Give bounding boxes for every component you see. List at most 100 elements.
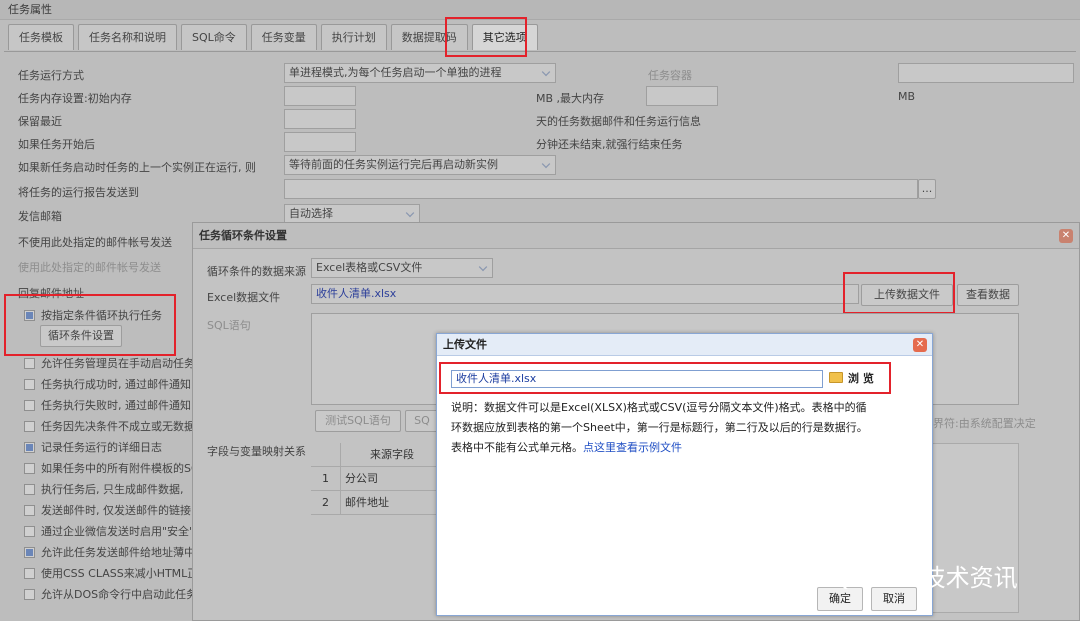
- checkbox-box: [24, 504, 35, 516]
- container-field[interactable]: [898, 63, 1074, 83]
- checkbox-box: [24, 462, 35, 474]
- container-label: 任务容器: [648, 69, 692, 82]
- checkbox-box: [24, 441, 35, 453]
- close-icon[interactable]: ✕: [1059, 229, 1073, 243]
- wechat-icon: [712, 561, 752, 590]
- checkbox-box: [24, 378, 35, 390]
- mapping-label: 字段与变量映射关系: [207, 445, 306, 458]
- checkbox-label: 任务因先决条件不成立或无数据: [41, 420, 195, 433]
- send-report-label: 将任务的运行报告发送到: [18, 186, 139, 199]
- report-browse-button[interactable]: ...: [918, 179, 936, 199]
- table-row[interactable]: 2 邮件地址: [311, 491, 439, 515]
- not-use-account-label: 不使用此处指定的邮件帐号发送: [18, 236, 172, 249]
- keep-recent-suffix: 天的任务数据邮件和任务运行信息: [536, 115, 701, 128]
- row-field: 邮件地址: [345, 496, 389, 509]
- after-start-label: 如果任务开始后: [18, 138, 95, 151]
- sql-label: SQL语句: [207, 319, 251, 332]
- mailbox-value: 自动选择: [289, 207, 333, 220]
- tab-sql[interactable]: SQL命令: [181, 24, 247, 50]
- checkbox-box: [24, 525, 35, 537]
- timeout-minutes-input[interactable]: [284, 132, 356, 152]
- row-number: 2: [311, 491, 341, 514]
- source-select[interactable]: Excel表格或CSV文件: [311, 258, 493, 278]
- if-running-value: 等待前面的任务实例运行完后再启动新实例: [289, 158, 498, 171]
- tab-highlight: [445, 17, 527, 57]
- checkbox-send-link-only[interactable]: 发送邮件时, 仅发送邮件的链接: [24, 502, 191, 518]
- checkbox-precondition[interactable]: 任务因先决条件不成立或无数据: [24, 418, 195, 434]
- view-data-button[interactable]: 查看数据: [957, 284, 1019, 306]
- run-mode-label: 任务运行方式: [18, 69, 84, 82]
- tab-variables[interactable]: 任务变量: [250, 24, 317, 50]
- tab-schedule[interactable]: 执行计划: [320, 24, 387, 50]
- tab-divider: [4, 51, 1076, 52]
- loop-checkbox-highlight: [4, 294, 176, 356]
- source-value: Excel表格或CSV文件: [316, 261, 423, 274]
- upload-input-highlight: [439, 362, 891, 394]
- checkbox-admin-manual[interactable]: 允许任务管理员在手动启动任务: [24, 355, 195, 371]
- checkbox-addressbook[interactable]: 允许此任务发送邮件给地址薄中: [24, 544, 195, 560]
- checkbox-label: 允许此任务发送邮件给地址薄中: [41, 546, 195, 559]
- checkbox-box: [24, 483, 35, 495]
- window-title: 任务属性: [0, 0, 1080, 20]
- checkbox-attachment-sql[interactable]: 如果任务中的所有附件模板的SQ: [24, 460, 200, 476]
- close-icon[interactable]: ✕: [913, 338, 927, 352]
- row-number: 1: [311, 467, 341, 490]
- checkbox-dos-command[interactable]: 允许从DOS命令行中启动此任务: [24, 586, 197, 602]
- checkbox-box: [24, 399, 35, 411]
- checkbox-box: [24, 567, 35, 579]
- sample-file-link[interactable]: 点这里查看示例文件: [583, 441, 682, 454]
- checkbox-label: 允许从DOS命令行中启动此任务: [41, 588, 198, 601]
- row-field: 分公司: [345, 472, 378, 485]
- memory-unit: MB: [898, 90, 916, 103]
- checkbox-label: 任务执行成功时, 通过邮件通知: [41, 378, 191, 391]
- after-start-suffix: 分钟还未结束,就强行结束任务: [536, 138, 683, 151]
- checkbox-box: [24, 588, 35, 600]
- mailbox-label: 发信邮箱: [18, 210, 62, 223]
- checkbox-label: 使用CSS CLASS来减小HTML正文: [41, 567, 210, 580]
- mailbox-select[interactable]: 自动选择: [284, 204, 420, 224]
- keep-recent-label: 保留最近: [18, 115, 62, 128]
- chevron-down-icon: [541, 159, 551, 169]
- source-label: 循环条件的数据来源: [207, 265, 306, 278]
- initial-memory-input[interactable]: [284, 86, 356, 106]
- upload-description: 说明：数据文件可以是Excel(XLSX)格式或CSV(逗号分隔文本文件)格式。…: [451, 398, 871, 458]
- checkbox-notify-failure[interactable]: 任务执行失败时, 通过邮件通知: [24, 397, 191, 413]
- checkbox-css-class[interactable]: 使用CSS CLASS来减小HTML正文: [24, 565, 209, 581]
- if-running-label: 如果新任务启动时任务的上一个实例正在运行, 则: [18, 161, 256, 174]
- tab-name-desc[interactable]: 任务名称和说明: [78, 24, 177, 50]
- test-sql-button[interactable]: 测试SQL语句: [315, 410, 401, 432]
- memory-label: 任务内存设置:初始内存: [18, 92, 132, 105]
- tab-template[interactable]: 任务模板: [8, 24, 74, 50]
- if-running-select[interactable]: 等待前面的任务实例运行完后再启动新实例: [284, 155, 556, 175]
- sql-second-button[interactable]: SQ: [405, 410, 439, 432]
- max-memory-input[interactable]: [646, 86, 718, 106]
- loop-dialog-title: 任务循环条件设置: [193, 223, 1079, 249]
- delimiter-text: 界符:由系统配置决定: [933, 417, 1036, 430]
- checkbox-label: 执行任务后, 只生成邮件数据,: [41, 483, 184, 496]
- upload-button-highlight: [843, 272, 955, 314]
- run-mode-select[interactable]: 单进程模式,为每个任务启动一个单独的进程: [284, 63, 556, 83]
- excel-file-input[interactable]: 收件人清单.xlsx: [311, 284, 859, 304]
- checkbox-wecom-secure[interactable]: 通过企业微信发送时启用"安全": [24, 523, 194, 539]
- chevron-down-icon: [478, 262, 488, 272]
- watermark-text: EasySQLMAIL技术资讯: [760, 564, 1018, 592]
- use-account-label: 使用此处指定的邮件帐号发送: [18, 261, 161, 274]
- grid-header-field: 来源字段: [370, 448, 414, 461]
- keep-days-input[interactable]: [284, 109, 356, 129]
- table-row[interactable]: 1 分公司: [311, 467, 439, 491]
- mapping-grid: 来源字段 1 分公司 2 邮件地址: [311, 443, 439, 515]
- checkbox-label: 如果任务中的所有附件模板的SQ: [41, 462, 200, 475]
- upload-dialog-title: 上传文件: [437, 334, 932, 356]
- checkbox-detailed-log[interactable]: 记录任务运行的详细日志: [24, 439, 162, 455]
- checkbox-box: [24, 357, 35, 369]
- checkbox-label: 通过企业微信发送时启用"安全": [41, 525, 195, 538]
- checkbox-label: 记录任务运行的详细日志: [41, 441, 162, 454]
- run-mode-value: 单进程模式,为每个任务启动一个单独的进程: [289, 66, 502, 79]
- checkbox-label: 任务执行失败时, 通过邮件通知: [41, 399, 191, 412]
- checkbox-generate-only[interactable]: 执行任务后, 只生成邮件数据,: [24, 481, 184, 497]
- report-recipients-input[interactable]: [284, 179, 918, 199]
- memory-mid-label: MB ,最大内存: [536, 92, 605, 105]
- checkbox-label: 发送邮件时, 仅发送邮件的链接: [41, 504, 191, 517]
- chevron-down-icon: [405, 208, 415, 218]
- checkbox-notify-success[interactable]: 任务执行成功时, 通过邮件通知: [24, 376, 191, 392]
